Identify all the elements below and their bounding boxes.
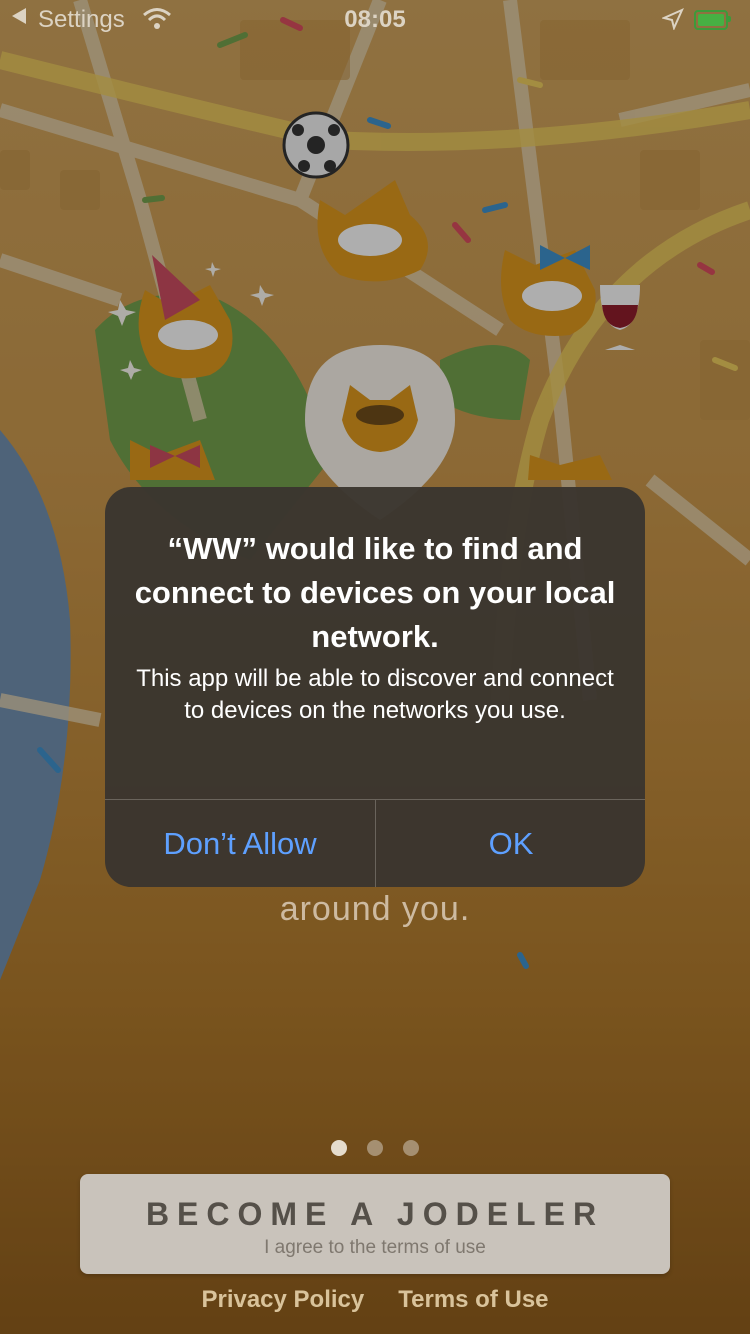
page-dot-3[interactable] <box>403 1140 419 1156</box>
battery-icon <box>694 10 728 30</box>
status-bar: Settings 08:05 <box>0 0 750 40</box>
cta-subtitle: I agree to the terms of use <box>264 1237 486 1258</box>
page-indicator <box>0 1140 750 1156</box>
local-network-permission-alert: “WW” would like to find and connect to d… <box>105 487 645 887</box>
cta-title: BECOME A JODELER <box>145 1196 605 1232</box>
app-screen: Settings 08:05 around you. BECOME A JODE… <box>0 0 750 1334</box>
onboarding-tagline: around you. <box>279 890 471 928</box>
location-arrow-icon <box>662 8 684 30</box>
terms-of-use-link[interactable]: Terms of Use <box>398 1286 548 1314</box>
alert-title: “WW” would like to find and connect to d… <box>134 531 616 654</box>
page-dot-1[interactable] <box>331 1140 347 1156</box>
battery-tip <box>728 16 731 22</box>
ok-button[interactable]: OK <box>376 800 645 887</box>
battery-level <box>698 14 724 26</box>
status-time: 08:05 <box>344 6 406 33</box>
become-a-jodeler-button[interactable]: BECOME A JODELER I agree to the terms of… <box>80 1174 670 1274</box>
page-dot-2[interactable] <box>367 1140 383 1156</box>
dont-allow-button[interactable]: Don’t Allow <box>105 800 375 887</box>
privacy-policy-link[interactable]: Privacy Policy <box>201 1286 364 1314</box>
footer-links: Privacy Policy Terms of Use <box>0 1286 750 1314</box>
alert-message: This app will be able to discover and co… <box>136 665 614 724</box>
